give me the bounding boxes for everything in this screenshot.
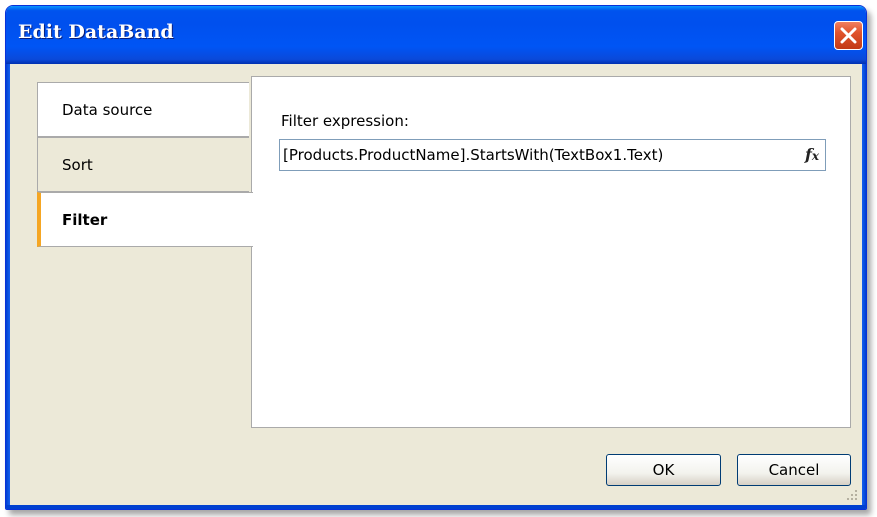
tab-label: Filter xyxy=(62,210,108,229)
window-border-right xyxy=(862,64,866,509)
edit-databand-dialog: Edit DataBand Data source Sort Filter Fi… xyxy=(5,5,867,510)
close-button[interactable] xyxy=(834,21,863,50)
tab-data-source[interactable]: Data source xyxy=(37,82,249,137)
title-bar[interactable]: Edit DataBand xyxy=(6,6,866,64)
dialog-title: Edit DataBand xyxy=(18,21,174,43)
cancel-button-label: Cancel xyxy=(768,461,820,479)
ok-button-label: OK xyxy=(652,461,675,479)
filter-expression-value: [Products.ProductName].StartsWith(TextBo… xyxy=(283,146,664,164)
tab-filter[interactable]: Filter xyxy=(37,192,253,247)
filter-expression-label: Filter expression: xyxy=(281,112,409,130)
ok-button[interactable]: OK xyxy=(606,454,721,486)
fx-icon[interactable]: fx xyxy=(805,145,819,164)
tab-label: Sort xyxy=(62,155,93,174)
filter-expression-input[interactable]: [Products.ProductName].StartsWith(TextBo… xyxy=(279,139,826,171)
filter-panel: Filter expression: [Products.ProductName… xyxy=(251,76,851,428)
tab-label: Data source xyxy=(62,100,153,119)
cancel-button[interactable]: Cancel xyxy=(737,454,851,486)
resize-grip-icon[interactable] xyxy=(846,489,858,501)
window-border-bottom xyxy=(6,505,866,509)
window-border-left xyxy=(6,64,10,509)
tab-sort[interactable]: Sort xyxy=(37,137,249,192)
close-icon xyxy=(840,27,857,44)
